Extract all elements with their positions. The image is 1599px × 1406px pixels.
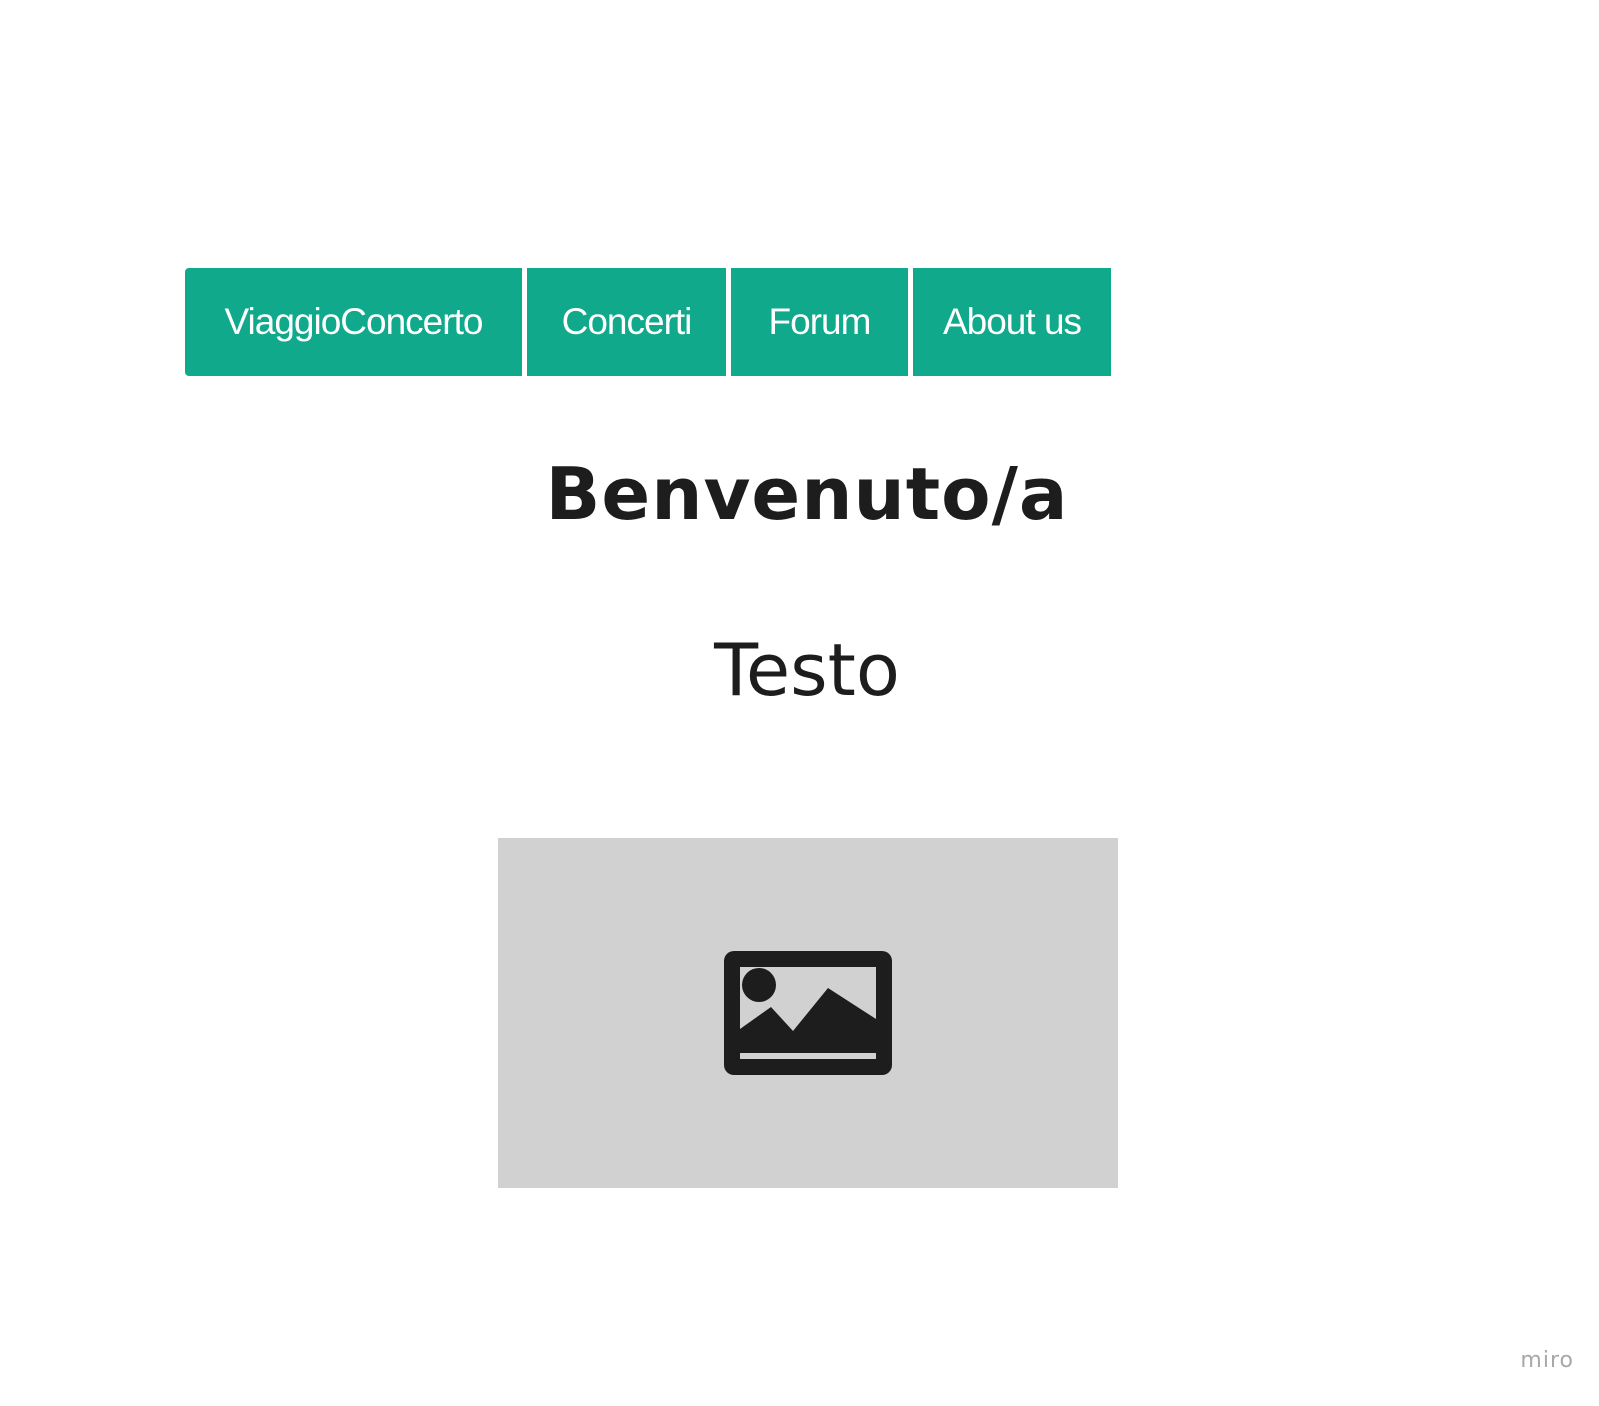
nav-item-concerti[interactable]: Concerti xyxy=(527,268,726,376)
image-placeholder xyxy=(498,838,1118,1188)
main-navigation: ViaggioConcerto Concerti Forum About us xyxy=(185,268,1111,376)
nav-item-forum[interactable]: Forum xyxy=(731,268,908,376)
image-icon xyxy=(724,951,892,1075)
page-heading: Benvenuto/a xyxy=(545,452,1069,536)
miro-watermark: miro xyxy=(1520,1348,1574,1373)
nav-item-viaggioconcerto[interactable]: ViaggioConcerto xyxy=(185,268,522,376)
body-text: Testo xyxy=(714,628,900,712)
nav-item-about-us[interactable]: About us xyxy=(913,268,1111,376)
